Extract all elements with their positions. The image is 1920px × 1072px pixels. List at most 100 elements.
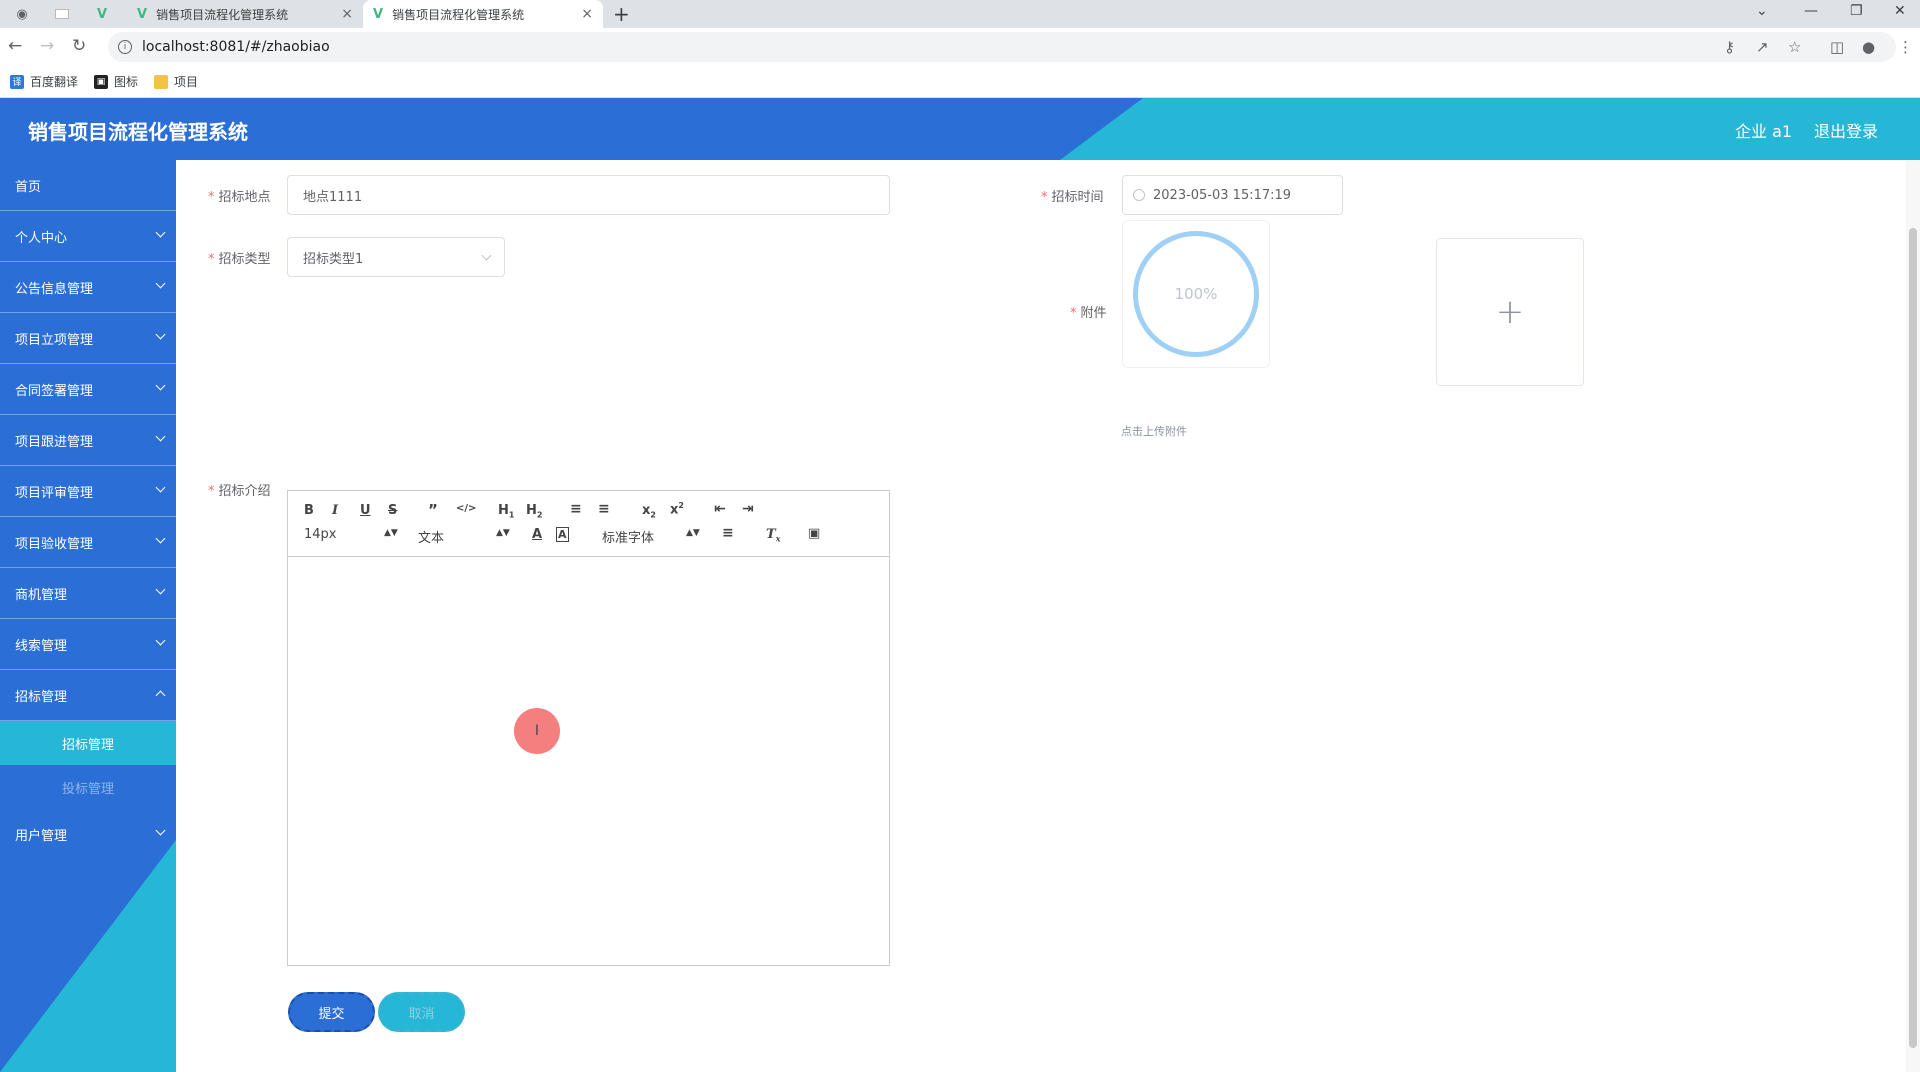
sidebar: 首页 个人中心 公告信息管理 项目立项管理 合同签署管理 项目跟进管理 项目评审… [0,160,176,1072]
sidebar-item-notice[interactable]: 公告信息管理 [0,262,176,313]
sidebar-accent-shape [0,840,176,1072]
strike-icon[interactable]: S [388,503,397,518]
bookmark-baidu-translate[interactable]: 译 百度翻译 [10,73,78,90]
window-close-icon[interactable]: ✕ [1894,3,1906,19]
cancel-button[interactable]: 取消 [378,992,465,1032]
subscript-icon[interactable]: x2 [642,503,656,520]
bullet-list-icon[interactable]: ≡ [598,501,610,517]
profile-icon[interactable]: ● [1862,38,1875,56]
rich-text-editor: B I U S ” </> H1 H2 ≡ ≡ x2 x2 ⇤ ⇥ 14px ▲… [287,490,890,966]
plus-icon: + [1495,292,1525,332]
sidebar-item-label: 项目跟进管理 [15,434,94,450]
restore-icon[interactable]: ❐ [1850,3,1863,19]
sidebar-item-followup[interactable]: 项目跟进管理 [0,415,176,466]
browser-tab-1[interactable]: V 销售项目流程化管理系统 × [127,0,363,28]
key-icon[interactable]: ⚷ [1724,38,1735,56]
sidebar-item-home[interactable]: 首页 [0,160,176,211]
sidebar-item-review[interactable]: 项目评审管理 [0,466,176,517]
pinned-tab-blank[interactable] [48,4,76,24]
pinned-tab-vue-icon[interactable]: V [88,4,116,24]
share-icon[interactable]: ↗ [1756,38,1769,56]
font-size-select[interactable]: 14px ▲▼ [304,527,398,542]
star-icon[interactable]: ☆ [1788,38,1801,56]
required-mark: * [208,190,215,205]
tab-search-chevron-icon[interactable]: ⌄ [1756,3,1768,19]
sidebar-item-tender[interactable]: 招标管理 [0,670,176,721]
sidebar-item-leads[interactable]: 线索管理 [0,619,176,670]
bookmark-project[interactable]: 项目 [154,73,198,90]
location-input[interactable]: 地点1111 [287,175,890,215]
info-icon[interactable]: i [118,40,132,54]
background-color-icon[interactable]: A [556,527,569,542]
label-text: 招标类型 [218,252,271,267]
sidebar-item-project-approval[interactable]: 项目立项管理 [0,313,176,364]
browser-tab-2[interactable]: V 销售项目流程化管理系统 × [363,0,603,28]
url-field[interactable]: i localhost:8081/#/zhaobiao [108,32,1896,62]
main-content: * 招标地点 地点1111 * 招标时间 2023-05-03 15:17:19 *… [176,160,1920,1072]
reload-icon[interactable]: ↻ [72,36,86,56]
intro-label: * 招标介绍 [208,480,271,499]
updown-icon: ▲▼ [496,528,510,538]
font-size-value: 14px [304,527,337,542]
submenu-item-label: 招标管理 [61,737,114,753]
required-mark: * [1041,190,1048,205]
code-icon[interactable]: </> [456,503,476,514]
tab-search-icon[interactable]: ◉ [8,4,36,24]
indent-icon[interactable]: ⇥ [742,501,754,517]
vue-logo-icon: V [137,6,148,22]
sidebar-item-opportunity[interactable]: 商机管理 [0,568,176,619]
font-family-value: 标准字体 [602,531,655,546]
editor-content-area[interactable] [288,557,889,965]
close-icon[interactable]: × [581,6,593,22]
submenu-item-bid[interactable]: 投标管理 [0,765,176,809]
sidebar-item-label: 项目评审管理 [15,485,94,501]
font-color-icon[interactable]: A [532,527,542,542]
block-format-select[interactable]: 文本 ▲▼ [418,527,510,546]
sidebar-item-contract[interactable]: 合同签署管理 [0,364,176,415]
sidepanel-icon[interactable]: ◫ [1830,38,1844,56]
type-value: 招标类型1 [303,251,364,267]
close-icon[interactable]: × [341,6,353,22]
align-icon[interactable]: ≡ [722,525,734,541]
image-icon[interactable]: ▣ [808,526,820,541]
new-tab-button[interactable]: + [613,2,630,26]
bold-icon[interactable]: B [304,503,314,518]
clear-format-icon[interactable]: Tx [766,527,780,544]
chevron-down-icon [155,584,166,595]
underline-icon[interactable]: U [360,503,371,518]
chevron-down-icon [155,482,166,493]
bookmark-label: 项目 [174,75,199,89]
type-select[interactable]: 招标类型1 [287,237,505,277]
h1-icon[interactable]: H1 [498,503,514,520]
updown-icon: ▲▼ [686,528,700,538]
menu-kebab-icon[interactable]: ⋮ [1898,38,1913,56]
sidebar-item-users[interactable]: 用户管理 [0,809,176,860]
sidebar-item-personal[interactable]: 个人中心 [0,211,176,262]
bookmark-icons[interactable]: ▣ 图标 [94,73,138,90]
page-scrollbar[interactable] [1906,160,1920,1072]
minimize-icon[interactable]: — [1804,3,1818,19]
forward-icon[interactable]: → [40,36,54,56]
address-bar-row: ← → ↻ i localhost:8081/#/zhaobiao ⚷ ↗ ☆ … [0,28,1920,66]
quote-icon[interactable]: ” [428,501,438,519]
sidebar-item-acceptance[interactable]: 项目验收管理 [0,517,176,568]
sidebar-item-label: 线索管理 [15,638,68,654]
sidebar-item-label: 商机管理 [15,587,68,603]
submenu-item-tender[interactable]: 招标管理 [0,721,176,765]
ordered-list-icon[interactable]: ≡ [570,501,582,517]
chevron-down-icon [155,533,166,544]
submit-button[interactable]: 提交 [288,992,375,1032]
time-picker[interactable]: 2023-05-03 15:17:19 [1122,175,1343,215]
sidebar-item-label: 个人中心 [15,230,68,246]
superscript-icon[interactable]: x2 [670,501,684,517]
back-icon[interactable]: ← [8,36,22,56]
scrollbar-thumb[interactable] [1909,228,1917,1048]
h2-icon[interactable]: H2 [526,503,542,520]
italic-icon[interactable]: I [332,503,338,518]
attachment-label: * 附件 [1070,302,1107,321]
upload-button[interactable]: + [1436,238,1584,386]
sidebar-item-label: 公告信息管理 [15,281,94,297]
font-family-select[interactable]: 标准字体 ▲▼ [602,527,700,546]
logout-link[interactable]: 退出登录 [1814,118,1878,142]
outdent-icon[interactable]: ⇤ [714,501,726,517]
